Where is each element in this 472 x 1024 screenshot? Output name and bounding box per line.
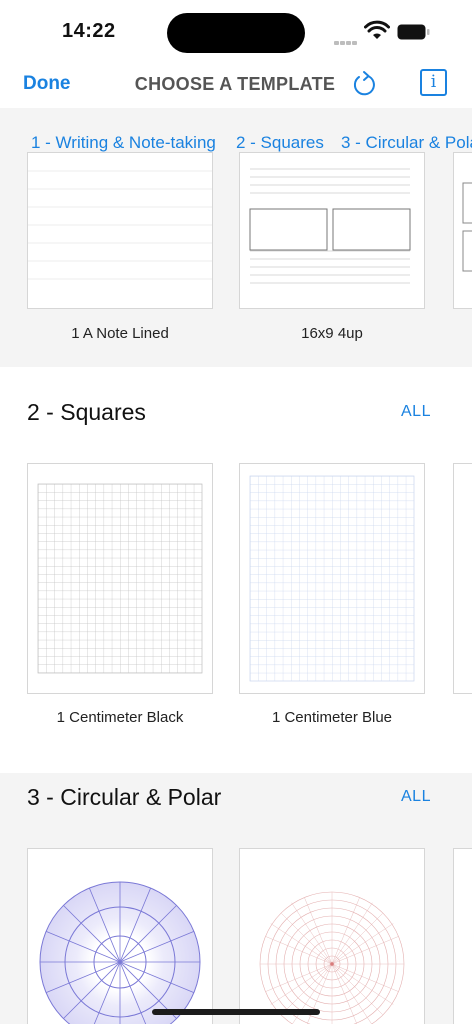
battery-icon bbox=[397, 24, 430, 40]
wifi-icon bbox=[364, 20, 390, 39]
storyboard-thumbnail bbox=[249, 168, 411, 284]
page-title: CHOOSE A TEMPLATE bbox=[134, 74, 336, 94]
square-grid-black-thumbnail bbox=[37, 483, 203, 674]
navigation-bar: Done CHOOSE A TEMPLATE i bbox=[0, 64, 472, 108]
section-writing: 1 A Note Lined 16x9 4up bbox=[0, 152, 472, 367]
section-title: 3 - Circular & Polar bbox=[27, 784, 222, 810]
template-label: 1 A Note Lined bbox=[71, 325, 169, 342]
square-grid-blue-thumbnail bbox=[249, 475, 415, 682]
clock: 14:22 bbox=[62, 20, 116, 42]
template-label: 1 Centimeter Black bbox=[56, 709, 184, 726]
polar-blue-thumbnail bbox=[39, 881, 201, 1024]
info-button[interactable]: i bbox=[420, 69, 447, 96]
template-label: 1 Centimeter Blue bbox=[271, 709, 393, 726]
template-card[interactable] bbox=[453, 848, 472, 1024]
template-thumbnail bbox=[462, 182, 472, 272]
template-card[interactable] bbox=[27, 848, 213, 1024]
see-all-button[interactable]: ALL bbox=[401, 403, 431, 421]
template-card[interactable] bbox=[453, 152, 472, 309]
template-label: 16x9 4up bbox=[301, 325, 363, 342]
refresh-icon[interactable] bbox=[351, 70, 377, 98]
template-card[interactable] bbox=[27, 152, 213, 309]
section-circular-polar: 3 - Circular & Polar ALL bbox=[0, 773, 472, 1024]
see-all-button[interactable]: ALL bbox=[401, 788, 431, 806]
dynamic-island bbox=[167, 13, 305, 53]
cellular-signal-icon bbox=[334, 32, 358, 50]
template-card[interactable] bbox=[27, 463, 213, 694]
template-card[interactable] bbox=[239, 152, 425, 309]
tab-squares[interactable]: 2 - Squares bbox=[236, 133, 324, 153]
tab-writing-note-taking[interactable]: 1 - Writing & Note-taking bbox=[31, 133, 216, 153]
lined-paper-thumbnail bbox=[28, 170, 212, 280]
template-card[interactable] bbox=[453, 463, 472, 694]
home-indicator bbox=[152, 1009, 320, 1015]
template-card[interactable] bbox=[239, 463, 425, 694]
section-title: 2 - Squares bbox=[27, 399, 146, 425]
status-bar: 14:22 bbox=[0, 0, 472, 64]
template-card[interactable] bbox=[239, 848, 425, 1024]
polar-red-thumbnail bbox=[259, 891, 405, 1024]
section-squares: 2 - Squares ALL 1 Centimeter Black 1 Cen… bbox=[0, 367, 472, 773]
tab-circular-polar[interactable]: 3 - Circular & Polar bbox=[341, 133, 472, 153]
